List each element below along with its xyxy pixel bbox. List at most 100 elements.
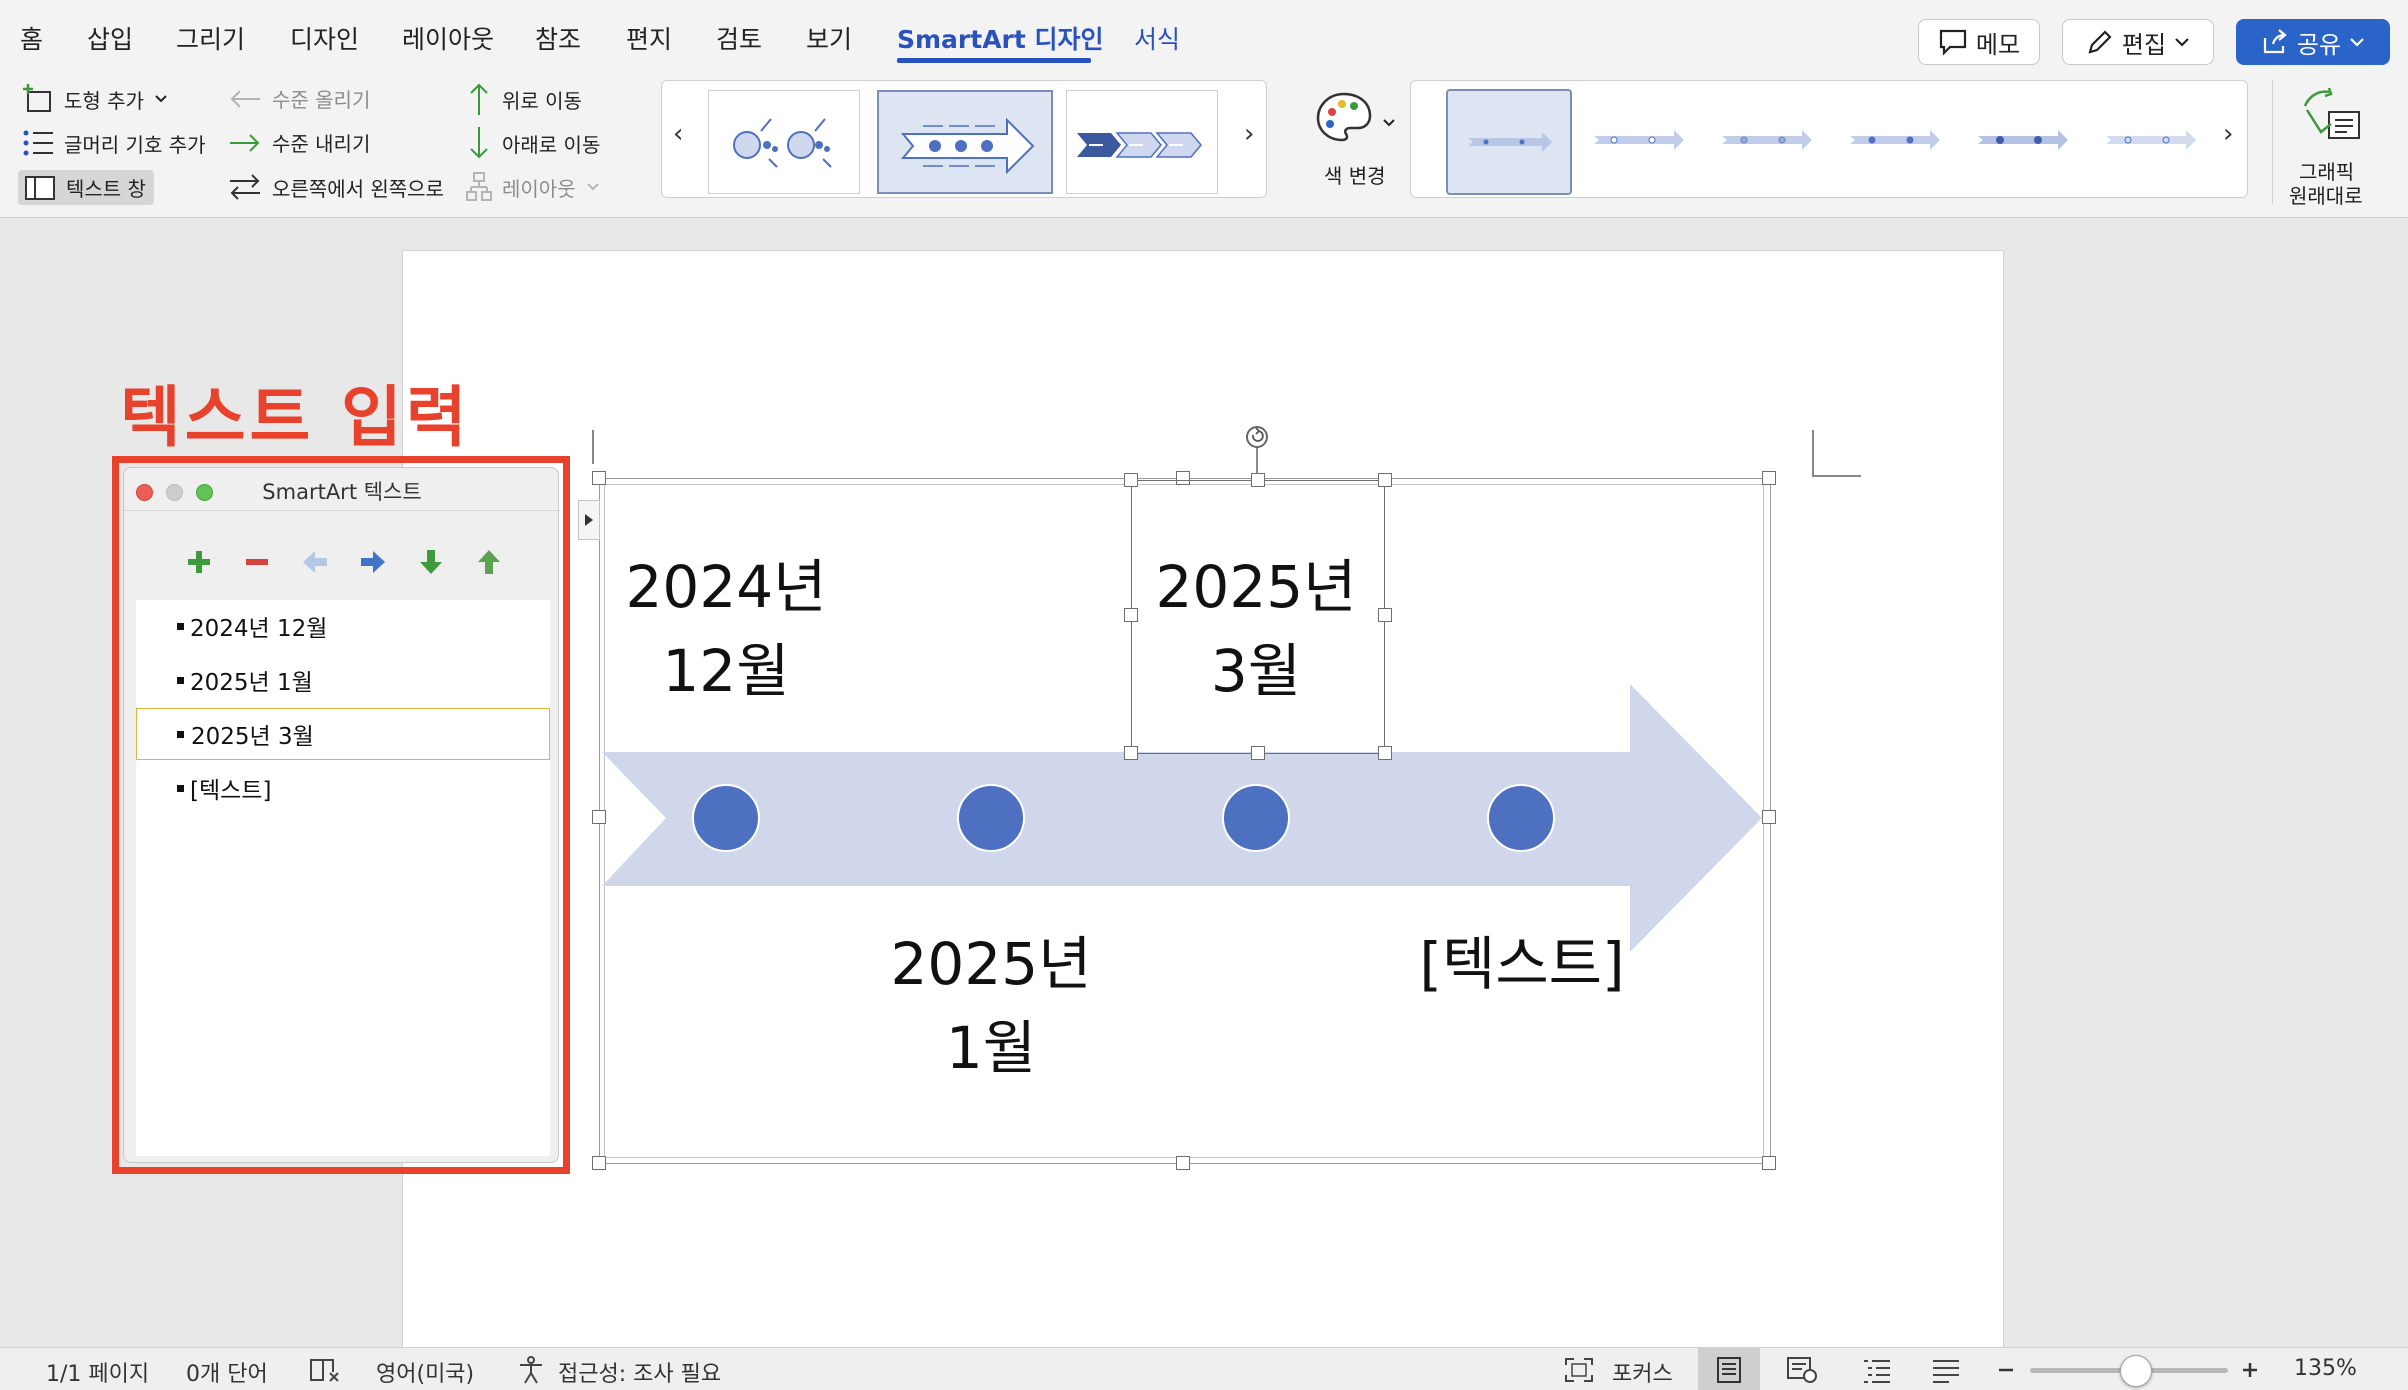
share-button[interactable]: 공유 — [2236, 19, 2390, 65]
right-to-left-button[interactable]: 오른쪽에서 왼쪽으로 — [228, 172, 444, 202]
style-gallery-scroll-right[interactable]: › — [2223, 119, 2233, 149]
add-bullet-button[interactable]: 글머리 기호 추가 — [22, 128, 206, 158]
resize-handle-bl[interactable] — [592, 1156, 606, 1170]
style-thumb-6[interactable] — [2088, 89, 2214, 195]
move-item-down-button[interactable] — [416, 547, 446, 577]
tab-draw[interactable]: 그리기 — [176, 20, 245, 56]
layout-button[interactable]: 레이아웃 — [466, 172, 600, 202]
chevron-down-icon — [155, 95, 167, 103]
shape-handle-br[interactable] — [1378, 746, 1392, 760]
margin-corner-mark-right — [1812, 430, 1861, 477]
focus-icon[interactable] — [1564, 1357, 1594, 1383]
move-up-label: 위로 이동 — [502, 88, 582, 113]
page-view-icon — [1717, 1357, 1741, 1383]
swap-direction-icon — [230, 174, 260, 200]
style-thumb-5[interactable] — [1960, 89, 2086, 195]
tab-format[interactable]: 서식 — [1134, 20, 1180, 56]
promote-button[interactable]: 수준 올리기 — [228, 84, 370, 113]
smartart-item-1[interactable]: 2024년 12월 — [618, 545, 834, 713]
promote-item-button[interactable] — [300, 547, 330, 577]
text-pane-button[interactable]: 텍스트 창 — [18, 170, 154, 205]
shape-handle-tr[interactable] — [1378, 473, 1392, 487]
demote-button[interactable]: 수준 내리기 — [228, 128, 370, 157]
language-indicator[interactable]: 영어(미국) — [376, 1356, 474, 1388]
tab-references[interactable]: 참조 — [535, 20, 581, 56]
layout-thumb-1[interactable] — [708, 90, 860, 194]
add-shape-button[interactable]: 도형 추가 — [22, 84, 168, 114]
resize-handle-br[interactable] — [1762, 1156, 1776, 1170]
move-item-up-button[interactable] — [474, 547, 504, 577]
proofing-icon[interactable] — [308, 1357, 342, 1383]
tab-home[interactable]: 홈 — [20, 20, 43, 56]
bullet-list-icon — [23, 130, 53, 156]
right-to-left-label: 오른쪽에서 왼쪽으로 — [272, 176, 444, 201]
edit-label: 편집 — [2121, 30, 2167, 59]
smartart-item-3[interactable]: 2025년 3월 — [1148, 545, 1364, 713]
text-pane-item-2[interactable]: 2025년 1월 — [136, 654, 550, 706]
focus-label[interactable]: 포커스 — [1612, 1356, 1673, 1388]
word-count[interactable]: 0개 단어 — [186, 1356, 268, 1388]
zoom-in-icon[interactable] — [2240, 1360, 2260, 1380]
move-down-button[interactable]: 아래로 이동 — [466, 126, 600, 160]
layout-thumb-2-selected[interactable] — [877, 90, 1053, 194]
shape-handle-tl[interactable] — [1124, 473, 1138, 487]
accessibility-status[interactable]: 접근성: 조사 필요 — [558, 1356, 721, 1388]
style-thumb-4[interactable] — [1832, 89, 1958, 195]
outline-view-icon[interactable] — [1860, 1356, 1892, 1384]
smartart-item-2-line1: 2025년 — [890, 930, 1092, 998]
shape-handle-ml[interactable] — [1124, 608, 1138, 622]
text-pane-item-1[interactable]: 2024년 12월 — [136, 600, 550, 652]
demote-item-button[interactable] — [358, 547, 388, 577]
resize-handle-tl[interactable] — [592, 471, 606, 485]
share-icon — [2263, 29, 2287, 54]
timeline-dot-4[interactable] — [1487, 784, 1555, 852]
memo-button[interactable]: 메모 — [1918, 19, 2040, 65]
style-gallery: › — [1410, 80, 2248, 198]
change-colors-label: 색 변경 — [1324, 164, 1386, 188]
remove-item-button[interactable] — [242, 547, 272, 577]
style-thumb-3[interactable] — [1704, 89, 1830, 195]
style-thumb-2[interactable] — [1576, 89, 1702, 195]
tab-smartart-design[interactable]: SmartArt 디자인 — [897, 20, 1104, 56]
accessibility-icon[interactable] — [516, 1355, 546, 1385]
page-count[interactable]: 1/1 페이지 — [46, 1356, 149, 1388]
resize-handle-tr[interactable] — [1762, 471, 1776, 485]
style-thumb-1-selected[interactable] — [1446, 89, 1572, 195]
timeline-dot-3[interactable] — [1222, 784, 1290, 852]
zoom-slider-thumb[interactable] — [2120, 1355, 2152, 1387]
timeline-dot-1[interactable] — [692, 784, 760, 852]
smartart-item-2[interactable]: 2025년 1월 — [883, 922, 1099, 1090]
change-colors-button[interactable]: 색 변경 — [1310, 82, 1400, 200]
tab-mailings[interactable]: 편지 — [626, 20, 672, 56]
tab-design[interactable]: 디자인 — [290, 20, 359, 56]
resize-handle-bc[interactable] — [1176, 1156, 1190, 1170]
timeline-dot-2[interactable] — [957, 784, 1025, 852]
tab-layout[interactable]: 레이아웃 — [402, 20, 494, 56]
reset-graphic-button[interactable]: 그래픽 원래대로 — [2272, 80, 2390, 208]
shape-handle-tc[interactable] — [1251, 473, 1265, 487]
pencil-icon — [2088, 30, 2112, 54]
tab-view[interactable]: 보기 — [806, 20, 852, 56]
text-pane-item-4[interactable]: [텍스트] — [136, 762, 550, 814]
shape-handle-bl[interactable] — [1124, 746, 1138, 760]
smartart-item-4[interactable]: [텍스트] — [1402, 922, 1642, 1006]
web-layout-view-icon[interactable] — [1786, 1356, 1818, 1384]
gallery-scroll-left[interactable]: ‹ — [673, 119, 683, 149]
layout-thumb-3[interactable] — [1066, 90, 1218, 194]
text-pane-toggle[interactable] — [578, 500, 600, 540]
draft-view-icon[interactable] — [1930, 1356, 1962, 1384]
shape-handle-bc[interactable] — [1251, 746, 1265, 760]
zoom-level[interactable]: 135% — [2294, 1356, 2357, 1381]
zoom-out-icon[interactable] — [1996, 1360, 2016, 1380]
move-up-button[interactable]: 위로 이동 — [466, 82, 582, 116]
add-item-button[interactable] — [184, 547, 214, 577]
gallery-scroll-right[interactable]: › — [1244, 119, 1254, 149]
text-pane-item-3-selected[interactable]: 2025년 3월 — [136, 708, 550, 760]
edit-mode-button[interactable]: 편집 — [2062, 19, 2214, 65]
text-pane-item-2-text: 2025년 1월 — [190, 670, 313, 696]
tab-insert[interactable]: 삽입 — [87, 20, 133, 56]
promote-label: 수준 올리기 — [272, 88, 371, 112]
print-layout-view-button[interactable] — [1698, 1348, 1760, 1390]
shape-handle-mr[interactable] — [1378, 608, 1392, 622]
tab-review[interactable]: 검토 — [716, 20, 762, 56]
